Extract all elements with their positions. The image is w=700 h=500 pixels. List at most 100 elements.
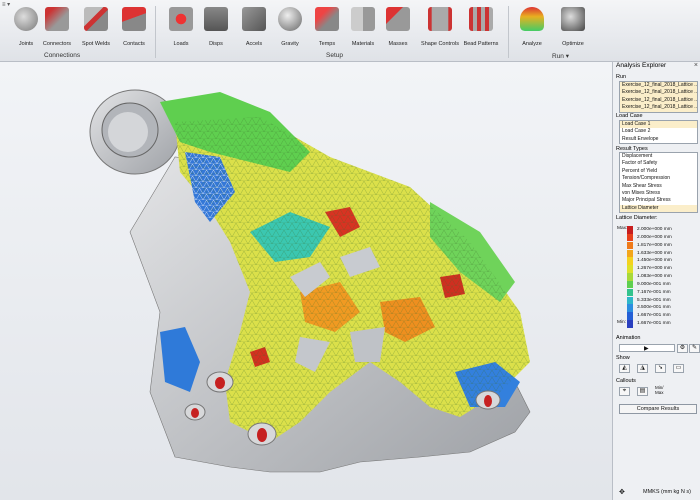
shape-controls-label: Shape Controls	[421, 41, 459, 47]
legend-value: 7.167e-001 mm	[637, 289, 671, 295]
connections-group-label: Connections	[44, 52, 81, 59]
masses-button[interactable]: Masses	[375, 7, 421, 53]
loads-icon	[169, 7, 193, 31]
result-type-item[interactable]: Percent of Yield	[620, 168, 697, 175]
legend-row: 1.817e+000 mm	[619, 241, 699, 250]
materials-icon	[351, 7, 375, 31]
optimize-button[interactable]: Optimize	[550, 7, 596, 53]
legend-row: 1.267e+000 mm	[619, 265, 699, 273]
load-case-label: Load Case	[616, 113, 643, 119]
shape-controls-button[interactable]: Shape Controls	[417, 7, 463, 53]
result-type-item[interactable]: Factor of Safety	[620, 160, 697, 167]
load-case-item[interactable]: Result Envelope	[620, 136, 697, 143]
contacts-button[interactable]: Contacts	[111, 7, 157, 53]
result-type-item[interactable]: Major Principal Stress	[620, 197, 697, 204]
close-icon[interactable]: ×	[694, 62, 698, 69]
model-viewport[interactable]	[0, 62, 612, 500]
play-icon: ▶	[644, 346, 649, 352]
callout-minmax-button[interactable]: Min/ Max	[655, 385, 667, 395]
show-loads-button[interactable]: ➘	[655, 364, 666, 373]
settings-icon: ⚙	[679, 345, 686, 351]
legend-value: 9.000e-001 mm	[637, 281, 671, 287]
load-case-item[interactable]: Load Case 2	[620, 128, 697, 135]
bead-patterns-button[interactable]: Bead Patterns	[458, 7, 504, 53]
legend-value: 3.500e-001 mm	[637, 305, 671, 311]
legend-value: 2.000e+000 mm	[637, 234, 672, 240]
legend-row: 3.500e-001 mm	[619, 304, 699, 312]
run-item[interactable]: Exercise_12_final_2018_Lattice ...	[620, 89, 697, 97]
legend-row: 7.167e-001 mm	[619, 288, 699, 297]
bolt-hole	[184, 403, 206, 421]
lattice-opening	[350, 327, 385, 362]
result-type-item[interactable]: Tension/Compression	[620, 175, 697, 182]
result-type-item[interactable]: von Mises Stress	[620, 190, 697, 197]
legend-value: 1.667e-001 mm	[637, 321, 671, 326]
legend-value: 2.000e+000 mm	[637, 227, 672, 232]
analysis-explorer-panel: Analysis Explorer × Run Exercise_12_fina…	[612, 62, 700, 486]
bead-patterns-label: Bead Patterns	[463, 41, 499, 47]
callouts-label: Callouts	[616, 378, 636, 384]
load-case-list[interactable]: Load Case 1 Load Case 2 Result Envelope	[619, 120, 698, 144]
legend-row: 5.333e-001 mm	[619, 296, 699, 305]
lattice-part-render[interactable]	[0, 62, 612, 500]
legend-swatch	[627, 296, 633, 305]
status-bar: ✥ MMKS (mm kg N s)	[612, 486, 700, 500]
run-item[interactable]: Exercise_12_final_2018_Lattice ...	[620, 96, 697, 105]
legend-row: 1.633e+000 mm	[619, 249, 699, 258]
scale-icon: ▭	[675, 365, 682, 371]
animation-settings-button[interactable]: ⚙	[677, 344, 688, 353]
pencil-icon: ✎	[691, 345, 698, 351]
bolt-hole	[206, 371, 234, 393]
legend-swatch	[627, 265, 633, 273]
deformed-shape-icon: ◭	[622, 365, 627, 371]
legend-swatch	[627, 273, 633, 281]
accels-icon	[242, 7, 266, 31]
bead-patterns-icon	[469, 7, 493, 31]
ribbon-toolbar: ≡ ▾ Joints Connectors Spot Welds Contact…	[0, 0, 700, 62]
legend-swatch	[627, 280, 633, 289]
result-type-item[interactable]: Displacement	[620, 153, 697, 160]
legend-row: 1.667e-001 mm	[619, 312, 699, 320]
disps-icon	[204, 7, 228, 31]
run-group-label[interactable]: Run ▾	[552, 52, 569, 60]
run-list[interactable]: Exercise_12_final_2018_Lattice ... Exerc…	[619, 81, 698, 113]
animation-label: Animation	[616, 335, 641, 341]
result-type-item[interactable]: Lattice Diameter	[620, 204, 697, 213]
legend-value: 1.450e+000 mm	[637, 258, 672, 264]
callout-probe-button[interactable]: ⌖	[619, 387, 630, 396]
show-undeformed-button[interactable]: ◮	[637, 364, 648, 373]
result-type-item[interactable]: Max Shear Stress	[620, 183, 697, 190]
show-deformed-button[interactable]: ◭	[619, 364, 630, 373]
show-label: Show	[616, 355, 630, 361]
legend-swatch	[627, 320, 633, 328]
probe-icon: ⌖	[622, 388, 627, 394]
setup-group-label: Setup	[326, 52, 343, 59]
ribbon-separator	[155, 6, 156, 58]
legend-value: 1.633e+000 mm	[637, 250, 672, 256]
legend-swatch	[627, 312, 633, 320]
load-case-item[interactable]: Load Case 1	[620, 121, 697, 129]
optimize-label: Optimize	[562, 41, 584, 47]
tube-hole-inner	[108, 112, 148, 152]
legend-label: Lattice Diameter:	[616, 215, 658, 221]
result-types-list[interactable]: Displacement Factor of Safety Percent of…	[619, 152, 698, 213]
masses-icon	[386, 7, 410, 31]
compare-results-button[interactable]: Compare Results	[619, 404, 697, 414]
run-item[interactable]: Exercise_12_final_2018_Lattice ...	[620, 82, 697, 90]
callout-bar-button[interactable]: ▤	[637, 387, 648, 396]
bar-icon: ▤	[639, 388, 646, 394]
analyze-button[interactable]: Analyze	[509, 7, 555, 53]
optimize-icon	[561, 7, 585, 31]
legend-row: 1.450e+000 mm	[619, 257, 699, 265]
legend-value: 1.817e+000 mm	[637, 242, 672, 248]
legend-swatch	[627, 249, 633, 258]
legend-value: 5.333e-001 mm	[637, 297, 671, 303]
legend-row: 9.000e-001 mm	[619, 280, 699, 289]
contacts-label: Contacts	[123, 41, 145, 47]
units-selector[interactable]: MMKS (mm kg N s)	[643, 489, 691, 495]
show-scale-button[interactable]: ▭	[673, 364, 684, 373]
animation-play-button[interactable]: ▶	[619, 344, 675, 352]
temps-icon	[315, 7, 339, 31]
animation-options-button[interactable]: ✎	[689, 344, 700, 353]
run-item[interactable]: Exercise_12_final_2018_Lattice ...	[620, 104, 697, 112]
